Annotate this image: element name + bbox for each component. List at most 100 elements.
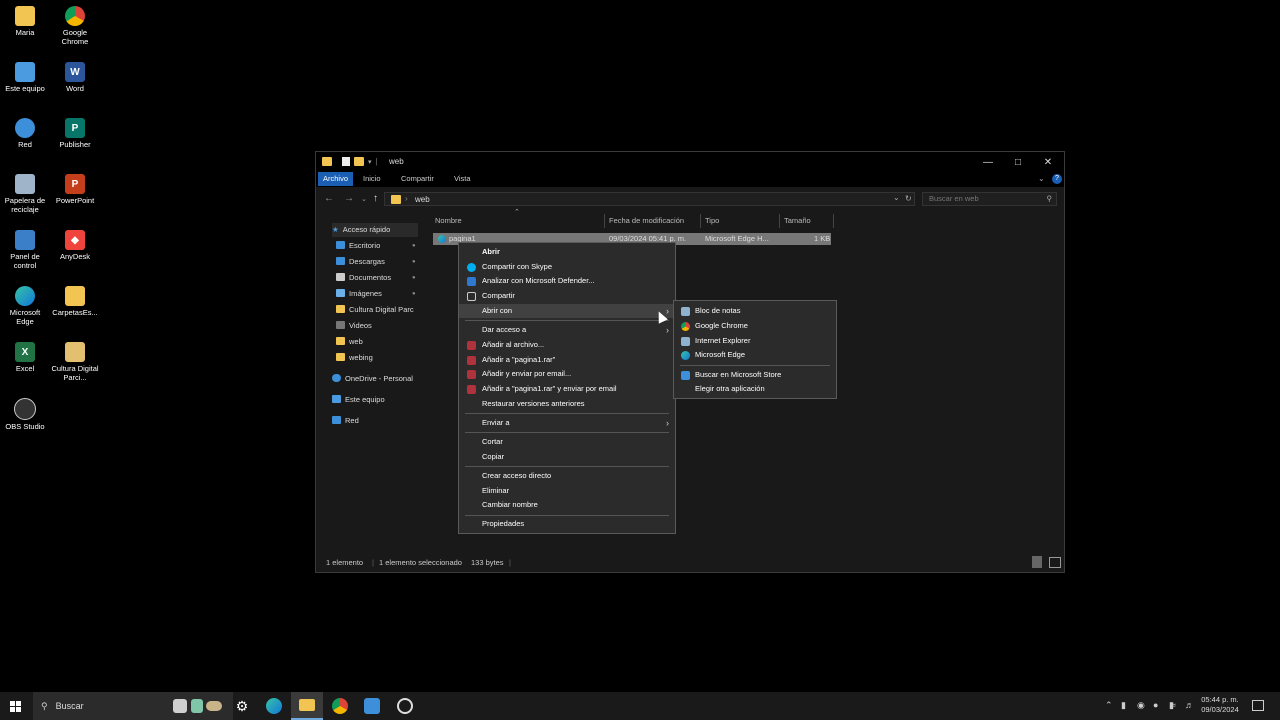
- volume-icon[interactable]: ♬: [1185, 700, 1194, 710]
- submenu-item-google-chrome[interactable]: Google Chrome: [674, 319, 836, 333]
- show-hidden-icons-icon[interactable]: ⌃: [1105, 700, 1113, 711]
- recent-locations-icon[interactable]: ⌄: [361, 195, 367, 203]
- refresh-icon[interactable]: ↻: [905, 194, 912, 203]
- nav-item-documentos[interactable]: Documentos ●: [336, 271, 416, 285]
- desktop-icon-label: Red: [18, 140, 32, 149]
- nav-item-webing[interactable]: webing: [336, 351, 373, 365]
- desktop-icon-edge[interactable]: Microsoft Edge: [0, 286, 50, 326]
- nav-item-este-equipo[interactable]: Este equipo: [332, 393, 385, 407]
- close-button[interactable]: ✕: [1033, 152, 1063, 172]
- tab-archivo[interactable]: Archivo: [318, 172, 354, 186]
- desktop-icon-cultura[interactable]: Cultura Digital Parci...: [50, 342, 100, 382]
- up-arrow-icon[interactable]: ↑: [373, 193, 378, 204]
- menu-item-compartir[interactable]: Compartir: [459, 289, 675, 303]
- nav-item-videos[interactable]: Videos: [336, 319, 372, 333]
- usb-icon[interactable]: ▮: [1121, 700, 1126, 711]
- menu-item-anadir-rar-email[interactable]: Añadir a "pagina1.rar" y enviar por emai…: [459, 382, 675, 396]
- desktop-icon-maria[interactable]: Maria: [0, 6, 50, 37]
- menu-item-analizar-defender[interactable]: Analizar con Microsoft Defender...: [459, 274, 675, 288]
- menu-item-eliminar[interactable]: Eliminar: [459, 484, 675, 498]
- column-header-nombre[interactable]: Nombre: [431, 214, 605, 228]
- chrome-taskbar-icon[interactable]: [332, 698, 348, 714]
- forward-arrow-icon[interactable]: →: [344, 193, 354, 204]
- menu-item-anadir-archivo[interactable]: Añadir al archivo...: [459, 338, 675, 352]
- nav-item-descargas[interactable]: Descargas ●: [336, 255, 416, 269]
- maximize-button[interactable]: □: [1003, 152, 1033, 172]
- desktop-icon-carpetas[interactable]: CarpetasEs...: [50, 286, 100, 317]
- back-arrow-icon[interactable]: ←: [324, 193, 334, 204]
- desktop-icon-anydesk[interactable]: ◆ AnyDesk: [50, 230, 100, 261]
- desktop-icon-powerpoint[interactable]: P PowerPoint: [50, 174, 100, 205]
- nav-item-red[interactable]: Red: [332, 414, 359, 428]
- nav-item-escritorio[interactable]: Escritorio ●: [336, 239, 416, 253]
- desktop-icon-label: Microsoft Edge: [9, 308, 41, 326]
- menu-item-compartir-skype[interactable]: Compartir con Skype: [459, 260, 675, 274]
- microphone-icon[interactable]: ●: [1153, 700, 1158, 710]
- tab-compartir[interactable]: Compartir: [396, 172, 439, 186]
- submenu-item-bloc-notas[interactable]: Bloc de notas: [674, 304, 836, 318]
- address-dropdown-icon[interactable]: ⌄: [893, 193, 900, 202]
- clock[interactable]: 05:44 p. m. 09/03/2024: [1198, 695, 1242, 715]
- large-icons-view-icon[interactable]: [1049, 557, 1061, 568]
- menu-item-enviar-a[interactable]: Enviar a ›: [459, 416, 675, 430]
- menu-item-abrir[interactable]: Abrir: [459, 245, 675, 259]
- submenu-item-elegir-otra[interactable]: Elegir otra aplicación: [674, 382, 836, 396]
- address-bar[interactable]: › web ⌄ ↻: [384, 192, 915, 206]
- details-view-icon[interactable]: [1032, 556, 1042, 568]
- desktop-icon-obs[interactable]: OBS Studio: [0, 398, 50, 431]
- desktop-icon-papelera[interactable]: Papelera de reciclaje: [0, 174, 50, 214]
- desktop-icon-chrome[interactable]: Google Chrome: [50, 6, 100, 46]
- desktop-icon-panel-control[interactable]: Panel de control: [0, 230, 50, 270]
- menu-item-anadir-email[interactable]: Añadir y enviar por email...: [459, 367, 675, 381]
- nav-item-cultura-digital[interactable]: Cultura Digital Parc: [336, 303, 414, 317]
- menu-item-crear-acceso-directo[interactable]: Crear acceso directo: [459, 469, 675, 483]
- start-button[interactable]: [10, 701, 21, 712]
- menu-item-dar-acceso[interactable]: Dar acceso a ›: [459, 323, 675, 337]
- nav-item-onedrive[interactable]: OneDrive - Personal: [332, 372, 413, 386]
- column-header-fecha[interactable]: Fecha de modificación: [605, 214, 703, 228]
- search-input[interactable]: Buscar en web ⚲: [922, 192, 1057, 206]
- desktop-icon-este-equipo[interactable]: Este equipo: [0, 62, 50, 93]
- desktop-icon-word[interactable]: W Word: [50, 62, 100, 93]
- nav-item-web[interactable]: web: [336, 335, 363, 349]
- folder-icon: [336, 337, 345, 345]
- edge-taskbar-icon[interactable]: [266, 698, 282, 714]
- new-folder-icon[interactable]: [354, 157, 364, 166]
- tab-vista[interactable]: Vista: [449, 172, 476, 186]
- properties-icon[interactable]: [342, 157, 350, 166]
- remote-desktop-taskbar-icon[interactable]: [364, 698, 380, 714]
- file-explorer-taskbar-button[interactable]: [291, 692, 323, 720]
- nav-item-acceso-rapido[interactable]: ★ Acceso rápido: [332, 223, 418, 237]
- column-header-tipo[interactable]: Tipo: [701, 214, 779, 228]
- submenu-item-microsoft-edge[interactable]: Microsoft Edge: [674, 348, 836, 362]
- notifications-icon[interactable]: [1252, 700, 1264, 711]
- desktop-icon-excel[interactable]: X Excel: [0, 342, 50, 373]
- obs-taskbar-icon[interactable]: [397, 698, 413, 714]
- customize-toolbar-icon[interactable]: ▾: [368, 158, 372, 166]
- tab-inicio[interactable]: Inicio: [358, 172, 386, 186]
- wifi-icon[interactable]: ≈: [1171, 700, 1176, 710]
- submenu-item-internet-explorer[interactable]: Internet Explorer: [674, 334, 836, 348]
- nav-item-imagenes[interactable]: Imágenes ●: [336, 287, 416, 301]
- menu-item-copiar[interactable]: Copiar: [459, 450, 675, 464]
- desktop-icon-label: Maria: [15, 28, 35, 37]
- help-icon[interactable]: ?: [1052, 174, 1062, 184]
- minimize-button[interactable]: —: [973, 152, 1003, 172]
- menu-item-abrir-con[interactable]: Abrir con ›: [459, 304, 675, 318]
- menu-item-restaurar-versiones[interactable]: Restaurar versiones anteriores: [459, 397, 675, 411]
- desktop-icon-red[interactable]: Red: [0, 118, 50, 149]
- menu-item-cambiar-nombre[interactable]: Cambiar nombre: [459, 498, 675, 512]
- menu-item-cortar[interactable]: Cortar: [459, 435, 675, 449]
- submenu-item-buscar-store[interactable]: Buscar en Microsoft Store: [674, 368, 836, 382]
- settings-gear-icon[interactable]: ⚙: [234, 698, 250, 714]
- desktop-icon-publisher[interactable]: P Publisher: [50, 118, 100, 149]
- menu-separator: [465, 515, 669, 516]
- menu-item-anadir-rar[interactable]: Añadir a "pagina1.rar": [459, 353, 675, 367]
- taskbar-search[interactable]: ⚲ Buscar: [33, 692, 233, 720]
- tray-app-icon[interactable]: ◉: [1137, 700, 1145, 711]
- column-divider[interactable]: [833, 214, 834, 228]
- column-header-tamano[interactable]: Tamaño: [780, 214, 836, 228]
- menu-item-propiedades[interactable]: Propiedades: [459, 517, 675, 531]
- expand-ribbon-icon[interactable]: ⌄: [1038, 174, 1045, 183]
- breadcrumb-separator-icon: ›: [405, 194, 408, 203]
